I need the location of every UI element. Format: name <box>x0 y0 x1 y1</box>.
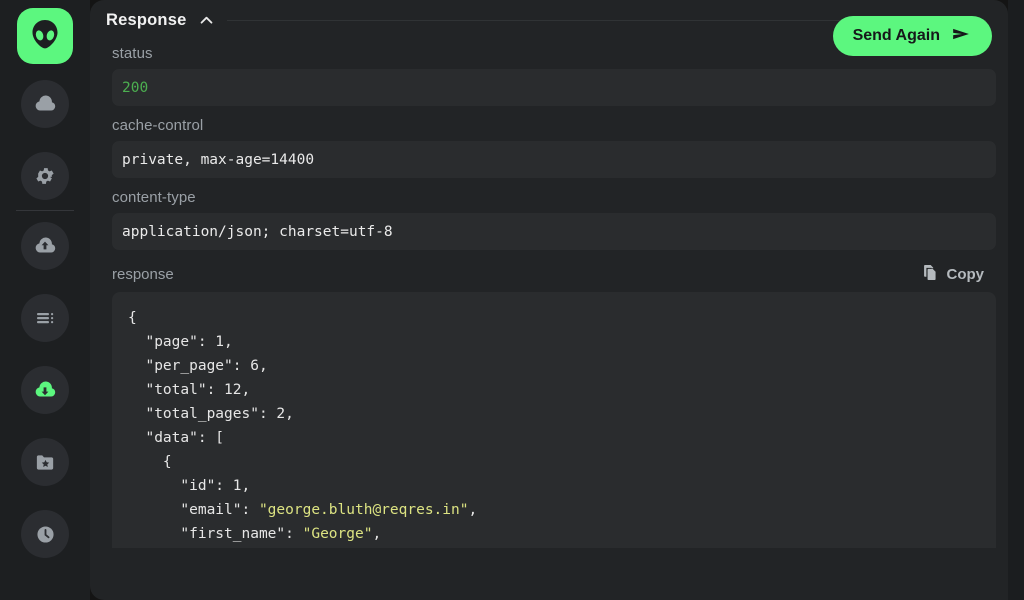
sidebar-item-favorites[interactable] <box>21 438 69 486</box>
sidebar-item-download[interactable] <box>21 366 69 414</box>
sidebar-item-cloud[interactable] <box>21 80 69 128</box>
copy-label: Copy <box>947 266 985 283</box>
right-gutter <box>1008 0 1024 600</box>
app-root: Response status 200 cache-control privat… <box>0 0 1024 600</box>
gear-icon <box>34 165 56 187</box>
sidebar-item-upload[interactable] <box>21 222 69 270</box>
send-icon <box>950 23 972 50</box>
response-panel: Response status 200 cache-control privat… <box>90 0 1008 600</box>
sidebar-logo-alien[interactable] <box>17 8 73 64</box>
content-type-value: application/json; charset=utf-8 <box>112 213 996 250</box>
sidebar-item-settings[interactable] <box>21 152 69 200</box>
folder-star-icon <box>34 451 57 474</box>
field-label-content-type: content-type <box>112 189 992 206</box>
cloud-download-icon <box>33 378 57 402</box>
response-body-header: response Copy <box>112 263 986 286</box>
send-again-label: Send Again <box>853 27 940 45</box>
sidebar-divider <box>16 210 74 211</box>
response-json: { "page": 1, "per_page": 6, "total": 12,… <box>128 306 980 546</box>
cloud-upload-icon <box>33 234 57 258</box>
field-label-response: response <box>112 266 174 283</box>
response-body[interactable]: { "page": 1, "per_page": 6, "total": 12,… <box>112 292 996 548</box>
field-label-cache-control: cache-control <box>112 117 992 134</box>
list-icon <box>33 306 57 330</box>
sidebar-item-list[interactable] <box>21 294 69 342</box>
cache-control-value: private, max-age=14400 <box>112 141 996 178</box>
copy-icon <box>921 263 940 286</box>
cloud-icon <box>33 92 57 116</box>
alien-icon <box>30 18 60 55</box>
sidebar <box>0 0 90 600</box>
sidebar-item-history[interactable] <box>21 510 69 558</box>
send-again-button[interactable]: Send Again <box>833 16 992 56</box>
copy-button[interactable]: Copy <box>921 263 987 286</box>
chevron-up-icon[interactable] <box>198 12 215 29</box>
clock-icon <box>34 523 57 546</box>
status-value: 200 <box>112 69 996 106</box>
page-title: Response <box>106 11 186 30</box>
